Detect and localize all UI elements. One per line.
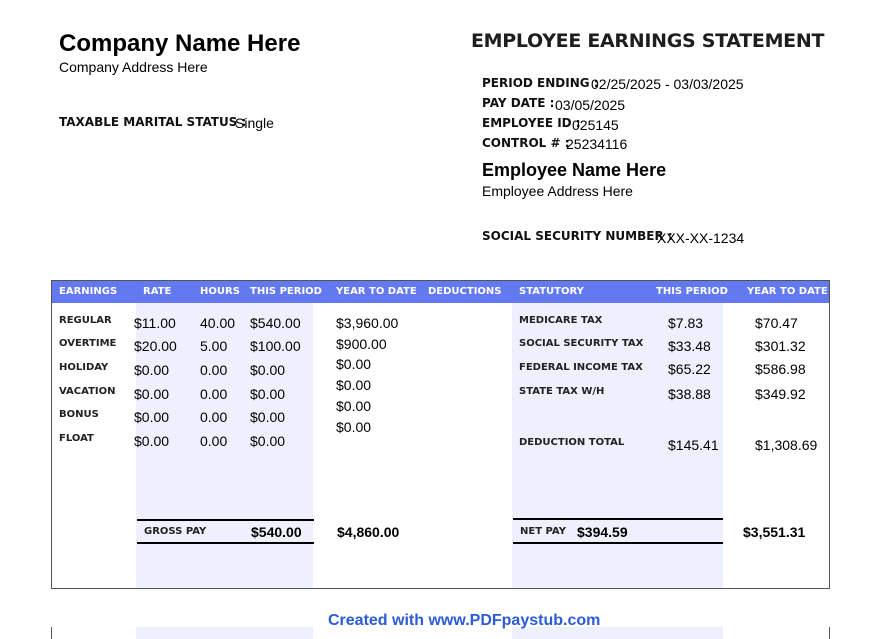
- earning-label-overtime: OVERTIME: [59, 338, 117, 349]
- earning-rate-holiday: $0.00: [134, 362, 170, 378]
- earning-ytd-holiday: $0.00: [336, 356, 372, 372]
- gross-pay-ytd: $4,860.00: [337, 524, 400, 540]
- deduction-total-label: DEDUCTION TOTAL: [519, 437, 625, 448]
- period-ending-value: 02/25/2025 - 03/03/2025: [591, 76, 744, 92]
- net-bottom-rule: [513, 542, 723, 544]
- marital-status-label: TAXABLE MARITAL STATUS :: [59, 115, 247, 129]
- earning-period-regular: $540.00: [250, 315, 301, 331]
- gross-bottom-rule: [137, 542, 314, 544]
- earning-period-vacation: $0.00: [250, 386, 286, 402]
- statement-title: EMPLOYEE EARNINGS STATEMENT: [471, 30, 825, 52]
- earning-ytd-float: $0.00: [336, 419, 372, 435]
- statutory-ytd-state: $349.92: [755, 386, 806, 402]
- statutory-ytd-medicare: $70.47: [755, 315, 798, 331]
- header-hours: HOURS: [200, 286, 240, 297]
- earning-hours-overtime: 5.00: [200, 338, 228, 354]
- footer-credit[interactable]: Created with www.PDFpaystub.com: [328, 612, 600, 630]
- ssn-label: SOCIAL SECURITY NUMBER :: [482, 229, 673, 243]
- pay-date-label: PAY DATE :: [482, 96, 555, 110]
- gross-pay-period: $540.00: [251, 524, 302, 540]
- employee-id-label: EMPLOYEE ID :: [482, 116, 581, 130]
- header-deductions: DEDUCTIONS: [428, 286, 502, 297]
- control-label: CONTROL # :: [482, 136, 570, 150]
- statutory-label-medicare: MEDICARE TAX: [519, 315, 603, 326]
- header-statutory: STATUTORY: [519, 286, 584, 297]
- net-pay-label: NET PAY: [520, 526, 566, 537]
- marital-status-value: Single: [235, 115, 274, 131]
- gross-pay-label: GROSS PAY: [144, 526, 207, 537]
- earning-ytd-overtime: $900.00: [336, 336, 387, 352]
- net-pay-ytd: $3,551.31: [743, 524, 806, 540]
- header-this-period-2: THIS PERIOD: [656, 286, 728, 297]
- earning-ytd-vacation: $0.00: [336, 377, 372, 393]
- pay-date-value: 03/05/2025: [555, 97, 626, 113]
- earning-hours-vacation: 0.00: [200, 386, 228, 402]
- gross-top-rule: [137, 519, 314, 521]
- statutory-ytd-federal: $586.98: [755, 361, 806, 377]
- statutory-label-social-security: SOCIAL SECURITY TAX: [519, 338, 644, 349]
- earning-rate-regular: $11.00: [134, 315, 176, 331]
- employee-address: Employee Address Here: [482, 183, 633, 199]
- earning-hours-regular: 40.00: [200, 315, 236, 331]
- ssn-value: XXX-XX-1234: [657, 230, 745, 246]
- company-address: Company Address Here: [59, 59, 208, 75]
- header-rate: RATE: [143, 286, 172, 297]
- control-value: 25234116: [566, 136, 628, 152]
- statutory-period-federal: $65.22: [668, 361, 711, 377]
- net-top-rule: [513, 518, 723, 520]
- earning-hours-bonus: 0.00: [200, 409, 228, 425]
- statutory-period-medicare: $7.83: [668, 315, 704, 331]
- earning-period-holiday: $0.00: [250, 362, 286, 378]
- company-name: Company Name Here: [59, 30, 301, 57]
- bottom-edge-left: [51, 627, 52, 639]
- employee-id-value: 025145: [572, 117, 619, 133]
- statutory-period-social-security: $33.48: [668, 338, 711, 354]
- header-year-to-date: YEAR TO DATE: [336, 286, 417, 297]
- earning-label-bonus: BONUS: [59, 409, 99, 420]
- net-pay-period: $394.59: [577, 524, 628, 540]
- header-earnings: EARNINGS: [59, 286, 118, 297]
- earning-hours-float: 0.00: [200, 433, 228, 449]
- earning-label-vacation: VACATION: [59, 386, 116, 397]
- earning-period-bonus: $0.00: [250, 409, 286, 425]
- period-ending-label: PERIOD ENDING :: [482, 76, 599, 90]
- header-year-to-date-2: YEAR TO DATE: [747, 286, 828, 297]
- statutory-label-federal: FEDERAL INCOME TAX: [519, 362, 643, 373]
- earning-label-holiday: HOLIDAY: [59, 362, 109, 373]
- deduction-total-period: $145.41: [668, 437, 719, 453]
- earning-ytd-regular: $3,960.00: [336, 315, 399, 331]
- bottom-shade-left: [136, 627, 313, 639]
- earning-period-overtime: $100.00: [250, 338, 301, 354]
- employee-name: Employee Name Here: [482, 160, 667, 180]
- header-this-period: THIS PERIOD: [250, 286, 322, 297]
- earning-label-regular: REGULAR: [59, 315, 112, 326]
- earning-rate-overtime: $20.00: [134, 338, 177, 354]
- earning-rate-bonus: $0.00: [134, 409, 170, 425]
- statutory-period-state: $38.88: [668, 386, 711, 402]
- earning-ytd-bonus: $0.00: [336, 398, 372, 414]
- earning-hours-holiday: 0.00: [200, 362, 228, 378]
- earning-rate-float: $0.00: [134, 433, 170, 449]
- statutory-label-state: STATE TAX W/H: [519, 386, 605, 397]
- earning-period-float: $0.00: [250, 433, 286, 449]
- bottom-edge-right: [829, 627, 830, 639]
- earning-label-float: FLOAT: [59, 433, 94, 444]
- earning-rate-vacation: $0.00: [134, 386, 170, 402]
- statutory-ytd-social-security: $301.32: [755, 338, 806, 354]
- deduction-total-ytd: $1,308.69: [755, 437, 818, 453]
